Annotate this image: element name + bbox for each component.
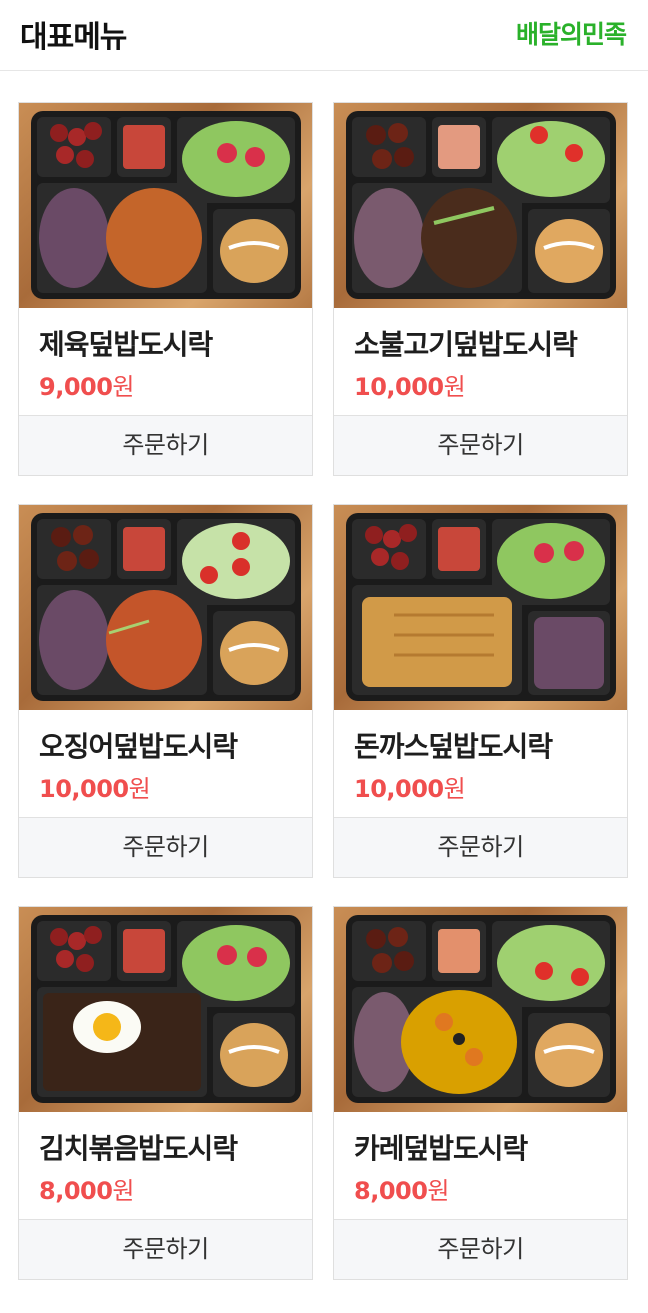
lunchbox-image	[346, 513, 616, 701]
lunchbox-image	[31, 513, 301, 701]
lunchbox-image	[346, 111, 616, 299]
menu-price: 9,000원	[39, 367, 135, 402]
order-button[interactable]: 주문하기	[334, 1219, 627, 1279]
menu-name: 돈까스덮밥도시락	[354, 730, 553, 763]
menu-card[interactable]: 제육덮밥도시락 9,000원 주문하기	[18, 102, 313, 476]
menu-price: 8,000원	[39, 1171, 135, 1206]
menu-price: 10,000원	[354, 367, 466, 402]
price-amount: 9,000	[39, 373, 113, 401]
order-button[interactable]: 주문하기	[19, 1219, 312, 1279]
menu-photo	[334, 505, 627, 710]
page-title: 대표메뉴	[20, 20, 127, 55]
menu-card[interactable]: 돈까스덮밥도시락 10,000원 주문하기	[333, 504, 628, 878]
menu-photo	[19, 505, 312, 710]
price-amount: 10,000	[354, 775, 444, 803]
price-amount: 8,000	[354, 1177, 428, 1205]
price-unit: 원	[443, 775, 466, 803]
price-amount: 10,000	[354, 373, 444, 401]
menu-card[interactable]: 오징어덮밥도시락 10,000원 주문하기	[18, 504, 313, 878]
menu-name: 카레덮밥도시락	[354, 1132, 528, 1165]
menu-card[interactable]: 소불고기덮밥도시락 10,000원 주문하기	[333, 102, 628, 476]
order-button[interactable]: 주문하기	[334, 817, 627, 877]
price-amount: 8,000	[39, 1177, 113, 1205]
menu-price: 8,000원	[354, 1171, 450, 1206]
menu-name: 제육덮밥도시락	[39, 328, 213, 361]
menu-name: 김치볶음밥도시락	[39, 1132, 238, 1165]
menu-photo	[19, 103, 312, 308]
price-unit: 원	[112, 1177, 135, 1205]
brand-logo-text[interactable]: 배달의민족	[516, 15, 627, 51]
lunchbox-image	[346, 915, 616, 1103]
price-unit: 원	[443, 373, 466, 401]
lunchbox-image	[31, 915, 301, 1103]
lunchbox-image	[31, 111, 301, 299]
price-unit: 원	[427, 1177, 450, 1205]
menu-price: 10,000원	[39, 769, 151, 804]
menu-card[interactable]: 카레덮밥도시락 8,000원 주문하기	[333, 906, 628, 1280]
price-unit: 원	[128, 775, 151, 803]
order-button[interactable]: 주문하기	[19, 415, 312, 475]
menu-price: 10,000원	[354, 769, 466, 804]
page-header: 대표메뉴 배달의민족	[0, 0, 648, 71]
order-button[interactable]: 주문하기	[334, 415, 627, 475]
menu-photo	[334, 103, 627, 308]
order-button[interactable]: 주문하기	[19, 817, 312, 877]
menu-name: 오징어덮밥도시락	[39, 730, 238, 763]
price-amount: 10,000	[39, 775, 129, 803]
menu-photo	[334, 907, 627, 1112]
menu-name: 소불고기덮밥도시락	[354, 328, 578, 361]
menu-photo	[19, 907, 312, 1112]
menu-card[interactable]: 김치볶음밥도시락 8,000원 주문하기	[18, 906, 313, 1280]
price-unit: 원	[112, 373, 135, 401]
